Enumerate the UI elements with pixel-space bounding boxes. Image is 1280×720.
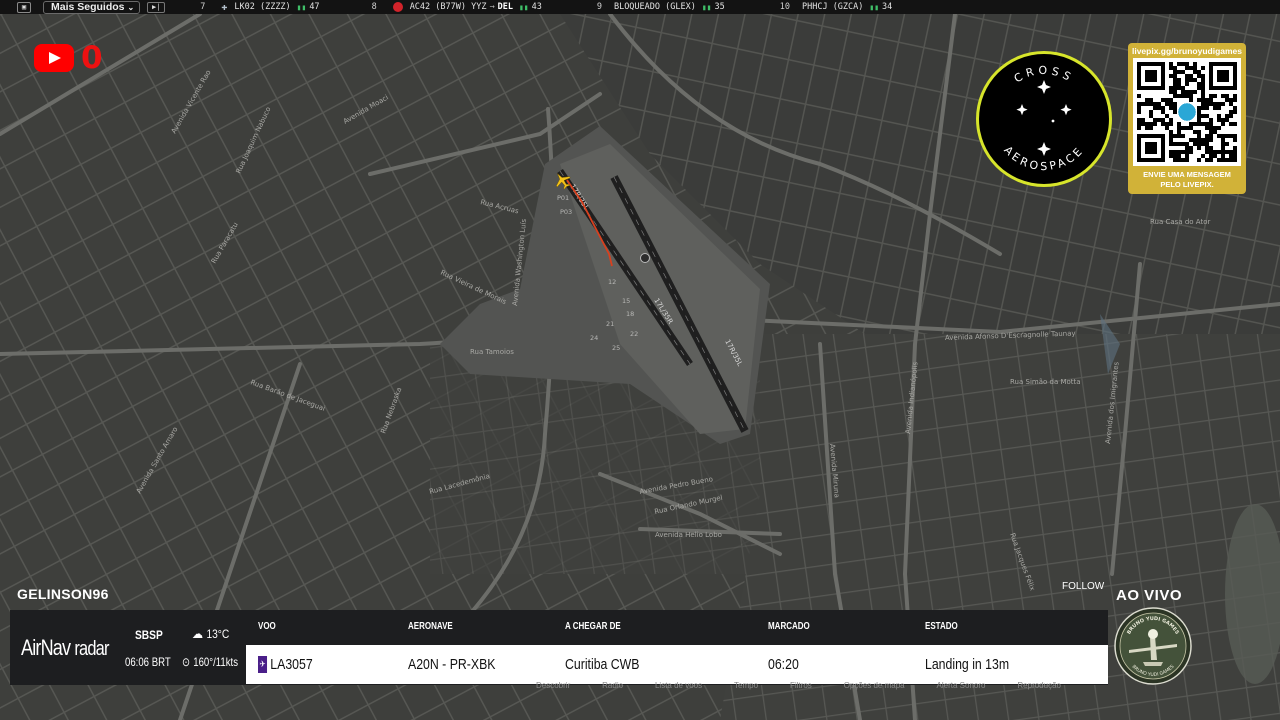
skip-next-icon[interactable]: ▶| bbox=[147, 1, 166, 13]
livepix-card[interactable]: livepix.gg/brunoyudigames ENVIE UMA MENS… bbox=[1128, 43, 1246, 194]
bottom-menu: Descobrir Radio Lista de voos Tempo Filt… bbox=[536, 681, 1061, 691]
qr-code-icon bbox=[1137, 62, 1237, 162]
taxi-label: P01 bbox=[557, 194, 569, 202]
column-header-flight: Voo bbox=[258, 621, 276, 632]
youtube-count: 0 bbox=[81, 40, 103, 76]
scheduled-cell: 06:20 bbox=[768, 656, 799, 673]
temperature: ☁ 13°C bbox=[192, 626, 229, 642]
followers-icon: ▮▮ bbox=[869, 2, 880, 12]
ticker-rank: 7 bbox=[200, 2, 206, 12]
ticker-count: 43 bbox=[531, 2, 542, 12]
live-label: AO VIVO bbox=[1116, 587, 1183, 604]
filter-dropdown[interactable]: Mais Seguidos ⌄ bbox=[43, 0, 141, 14]
followers-icon: ▮▮ bbox=[518, 2, 529, 12]
column-header-status: Estado bbox=[925, 621, 958, 632]
aircraft-cell: A20N - PR-XBK bbox=[408, 656, 496, 673]
followed-user: GELINSON96 bbox=[17, 586, 109, 602]
street-label: Rua Casa do Ator bbox=[1150, 218, 1210, 226]
latam-airline-icon: ✈ bbox=[258, 656, 268, 673]
ticker-callsign: BLOQUEADO (GLEX) bbox=[613, 2, 696, 12]
menu-item-weather[interactable]: Tempo bbox=[734, 681, 758, 691]
ticker-count: 34 bbox=[882, 2, 893, 12]
taxi-label: 18 bbox=[626, 310, 634, 318]
medical-cross-icon: ✚ bbox=[221, 1, 228, 13]
menu-item-filters[interactable]: Filtros bbox=[790, 681, 812, 691]
taxi-label: 25 bbox=[612, 344, 620, 352]
column-header-aircraft: Aeronave bbox=[408, 621, 453, 632]
menu-item-playback[interactable]: Reprodução bbox=[1017, 681, 1061, 691]
menu-item-sound-alert[interactable]: Alerta Sonoro bbox=[937, 681, 986, 691]
arrow-right-icon: → bbox=[489, 2, 495, 12]
airport-pin-icon[interactable] bbox=[640, 253, 650, 263]
bruno-yudi-games-badge: BRUNO YUDI GAMES BRUNO YUDI GAMES bbox=[1114, 607, 1192, 685]
airnav-radar-logo: AirNav radar bbox=[21, 635, 109, 661]
street-label: Rua Simão da Motta bbox=[1010, 378, 1081, 386]
street-label: Avenida Helio Lobo bbox=[655, 531, 722, 539]
followers-icon: ▮▮ bbox=[701, 2, 712, 12]
filter-dropdown-label: Mais Seguidos bbox=[51, 1, 125, 13]
taxi-label: 24 bbox=[590, 334, 598, 342]
taxi-label: 15 bbox=[622, 297, 630, 305]
chevron-down-icon: ⌄ bbox=[127, 2, 135, 12]
flight-number-cell: ✈ LA3057 bbox=[258, 656, 313, 673]
menu-item-flight-list[interactable]: Lista de voos bbox=[655, 681, 702, 691]
ticker-callsign: LK02 (ZZZZ) bbox=[234, 2, 291, 12]
livepix-caption-line: ENVIE UMA MENSAGEM bbox=[1143, 170, 1231, 179]
followers-icon: ▮▮ bbox=[296, 2, 307, 12]
ticker-count: 35 bbox=[714, 2, 725, 12]
livepix-url: livepix.gg/brunoyudigames bbox=[1131, 46, 1243, 56]
ticker-item[interactable]: 9 BLOQUEADO (GLEX) ▮▮ 35 bbox=[597, 2, 725, 12]
wind-compass-icon: ⊙ bbox=[182, 655, 191, 669]
ticker-callsign: AC42 (B77W) YYZ bbox=[409, 2, 487, 12]
livepix-caption: ENVIE UMA MENSAGEM PELO LIVEPIX. bbox=[1128, 170, 1246, 190]
temperature-value: 13°C bbox=[206, 627, 230, 641]
menu-item-discover[interactable]: Descobrir bbox=[536, 681, 570, 691]
taxi-label: P03 bbox=[560, 208, 572, 216]
column-header-scheduled: Marcado bbox=[768, 621, 810, 632]
ticker-rank: 10 bbox=[779, 2, 790, 12]
airline-logo-icon bbox=[392, 2, 403, 12]
ticker-rank: 8 bbox=[371, 2, 377, 12]
logo-bold: AirNav bbox=[21, 635, 71, 660]
street-label: Rua Tamoios bbox=[470, 348, 514, 356]
ticker-item[interactable]: 8 AC42 (B77W) YYZ → DEL ▮▮ 43 bbox=[372, 2, 542, 12]
taxi-label: 21 bbox=[606, 320, 614, 328]
wind-value: 160°/11kts bbox=[193, 655, 239, 669]
ticker-item[interactable]: 10 PHHCJ (GZCA) ▮▮ 34 bbox=[780, 2, 893, 12]
follow-button[interactable]: FOLLOW bbox=[1062, 581, 1104, 592]
ticker-count: 47 bbox=[309, 2, 320, 12]
status-cell: Landing in 13m bbox=[925, 656, 1010, 673]
collection-icon[interactable]: ▣ bbox=[17, 1, 31, 13]
weather-cloud-icon: ☁ bbox=[192, 626, 204, 641]
ticker-rank: 9 bbox=[596, 2, 602, 12]
qr-code bbox=[1133, 58, 1241, 166]
youtube-counter: 0 bbox=[34, 40, 103, 76]
ticker-callsign: PHHCJ (GZCA) bbox=[801, 2, 864, 12]
flight-number: LA3057 bbox=[270, 656, 313, 673]
column-header-from: A chegar de bbox=[565, 621, 621, 632]
livepix-caption-line: PELO LIVEPIX. bbox=[1160, 180, 1214, 189]
taxi-label: 12 bbox=[608, 278, 616, 286]
ticker-destination: DEL bbox=[497, 2, 513, 12]
youtube-icon bbox=[34, 44, 74, 72]
airport-code: SBSP bbox=[135, 628, 163, 642]
taxi-label: 22 bbox=[630, 330, 638, 338]
ticker-item[interactable]: 7 ✚ LK02 (ZZZZ) ▮▮ 47 bbox=[200, 2, 319, 13]
origin-cell: Curitiba CWB bbox=[565, 656, 640, 673]
local-time: 06:06 BRT bbox=[125, 655, 171, 669]
stream-overlay: ▣ Mais Seguidos ⌄ ▶| 7 ✚ LK02 (ZZZZ) ▮▮ … bbox=[0, 0, 1280, 720]
wind: ⊙ 160°/11kts bbox=[182, 655, 238, 669]
menu-item-radio[interactable]: Radio bbox=[602, 681, 623, 691]
top-ticker-bar: ▣ Mais Seguidos ⌄ ▶| 7 ✚ LK02 (ZZZZ) ▮▮ … bbox=[0, 0, 1280, 14]
cross-aerospace-logo: CROSS AEROSPACE bbox=[976, 51, 1112, 187]
menu-item-map-options[interactable]: Opções de mapa bbox=[844, 681, 905, 691]
logo-thin: radar bbox=[74, 638, 109, 660]
